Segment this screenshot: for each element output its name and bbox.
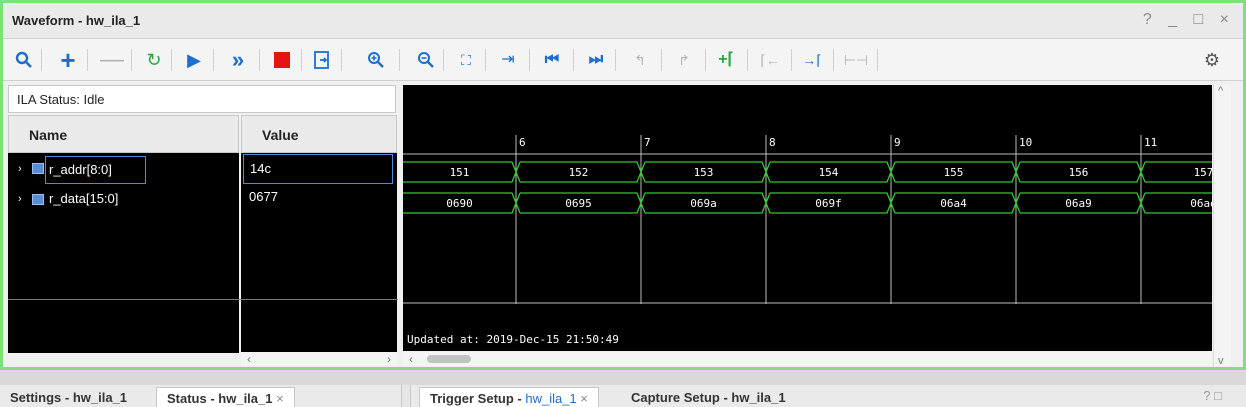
bus-icon	[32, 194, 44, 205]
data-bus-value: 06a4	[940, 197, 967, 210]
addr-bus-value: 155	[944, 166, 964, 179]
export-icon[interactable]	[309, 47, 335, 73]
data-bus-value: 06ae	[1190, 197, 1212, 210]
signal-name[interactable]: r_data[15:0]	[49, 191, 118, 206]
tab-capture-setup[interactable]: Capture Setup - hw_ila_1	[621, 387, 796, 407]
name-column-header[interactable]: Name	[8, 115, 239, 153]
zoom-out-icon[interactable]	[413, 47, 439, 73]
panel-controls[interactable]: ? □	[1203, 388, 1222, 403]
data-bus-value: 069a	[690, 197, 717, 210]
prev-transition-icon[interactable]: ↰	[627, 47, 653, 73]
signal-value[interactable]: 14c	[243, 154, 393, 184]
signal-name[interactable]: r_addr[8:0]	[45, 156, 146, 184]
wave-vscroll[interactable]: ^ v	[1213, 85, 1231, 367]
go-to-cursor-icon[interactable]: ⇥	[495, 47, 521, 73]
tab-trigger-setup[interactable]: Trigger Setup - hw_ila_1 ×	[419, 387, 599, 407]
right-panel-tabs: Trigger Setup - hw_ila_1 × Capture Setup…	[410, 385, 1246, 407]
fast-forward-icon[interactable]: »	[225, 47, 251, 73]
left-panel-tabs: Settings - hw_ila_1 Status - hw_ila_1 ×	[0, 385, 402, 407]
bus-icon	[32, 163, 44, 174]
tick-label: 11	[1144, 136, 1157, 149]
expand-chevron-icon[interactable]: ›	[18, 193, 22, 205]
window-controls[interactable]: ? _ □ ×	[1143, 11, 1235, 29]
data-bus-value: 0695	[565, 197, 592, 210]
tick-label: 6	[519, 136, 526, 149]
signal-name-list: › r_addr[8:0] › r_data[15:0]	[8, 153, 239, 353]
go-last-icon[interactable]: ⏭	[583, 47, 609, 73]
addr-bus-value: 152	[569, 166, 589, 179]
bottom-panels: Settings - hw_ila_1 Status - hw_ila_1 × …	[0, 385, 1246, 407]
waveform-canvas[interactable]: 6 7 8 9 10 11 151 152 153 154 155 156 157 0690 0695 069…	[403, 85, 1212, 351]
tick-label: 10	[1019, 136, 1032, 149]
signal-row[interactable]: › r_addr[8:0]	[8, 155, 239, 184]
addr-bus-value: 153	[694, 166, 714, 179]
zoom-in-icon[interactable]	[363, 47, 389, 73]
addr-bus-value: 154	[819, 166, 839, 179]
addr-bus-value: 157	[1194, 166, 1212, 179]
gear-icon[interactable]: ⚙	[1199, 47, 1225, 73]
tick-label: 7	[644, 136, 651, 149]
tab-settings[interactable]: Settings - hw_ila_1	[0, 387, 137, 407]
prev-marker-icon[interactable]: ⌈←	[757, 47, 783, 73]
search-icon[interactable]	[11, 47, 37, 73]
play-icon[interactable]: ▶	[181, 47, 207, 73]
zoom-fit-icon[interactable]: ⛶	[453, 47, 479, 73]
waveform-graph[interactable]: 6 7 8 9 10 11 151 152 153 154 155 156 157 0690 0695 069…	[403, 85, 1212, 351]
tab-status-label: Status - hw_ila_1	[167, 391, 273, 406]
minus-icon[interactable]: —	[99, 47, 125, 73]
updated-timestamp: Updated at: 2019-Dec-15 21:50:49	[407, 333, 619, 346]
addr-bus-value: 156	[1069, 166, 1089, 179]
value-column-header[interactable]: Value	[241, 115, 397, 153]
data-bus-value: 069f	[815, 197, 842, 210]
data-bus-value: 06a9	[1065, 197, 1092, 210]
stop-icon[interactable]	[269, 47, 295, 73]
tab-status[interactable]: Status - hw_ila_1 ×	[156, 387, 295, 407]
window-title: Waveform - hw_ila_1	[12, 13, 141, 28]
wave-hscroll[interactable]: ‹	[403, 352, 1212, 367]
expand-chevron-icon[interactable]: ›	[18, 163, 22, 175]
signal-row[interactable]: › r_data[15:0]	[8, 187, 239, 215]
title-bar: Waveform - hw_ila_1 ? _ □ ×	[3, 3, 1243, 39]
scroll-thumb[interactable]	[427, 355, 471, 363]
signal-value[interactable]: 0677	[249, 189, 278, 217]
add-marker-icon[interactable]: +⌈	[713, 47, 739, 73]
close-icon[interactable]: ×	[276, 391, 284, 406]
ila-status: ILA Status: Idle	[8, 85, 396, 113]
signal-value-list: 14c 0677	[241, 153, 397, 353]
tab-trigger-label: Trigger Setup -	[430, 391, 526, 406]
tick-label: 9	[894, 136, 901, 149]
go-first-icon[interactable]: ⏮	[539, 47, 565, 73]
swap-markers-icon[interactable]: ⊢⊣	[843, 47, 869, 73]
next-marker-icon[interactable]: →⌈	[799, 47, 825, 73]
waveform-window: Waveform - hw_ila_1 ? _ □ × + — ↻ ▶ » ⛶ …	[0, 0, 1246, 370]
tick-label: 8	[769, 136, 776, 149]
value-hscroll[interactable]: ‹ ›	[241, 352, 397, 367]
addr-bus-value: 151	[450, 166, 470, 179]
next-transition-icon[interactable]: ↱	[671, 47, 697, 73]
plus-icon[interactable]: +	[55, 47, 81, 73]
tab-trigger-sub: hw_ila_1	[525, 391, 577, 406]
close-icon[interactable]: ×	[580, 391, 588, 406]
refresh-icon[interactable]: ↻	[141, 47, 167, 73]
waveform-toolbar: + — ↻ ▶ » ⛶ ⇥ ⏮ ⏭ ↰ ↱ +⌈ ⌈← →⌈ ⊢⊣ ⚙	[3, 39, 1243, 81]
data-bus-value: 0690	[446, 197, 473, 210]
